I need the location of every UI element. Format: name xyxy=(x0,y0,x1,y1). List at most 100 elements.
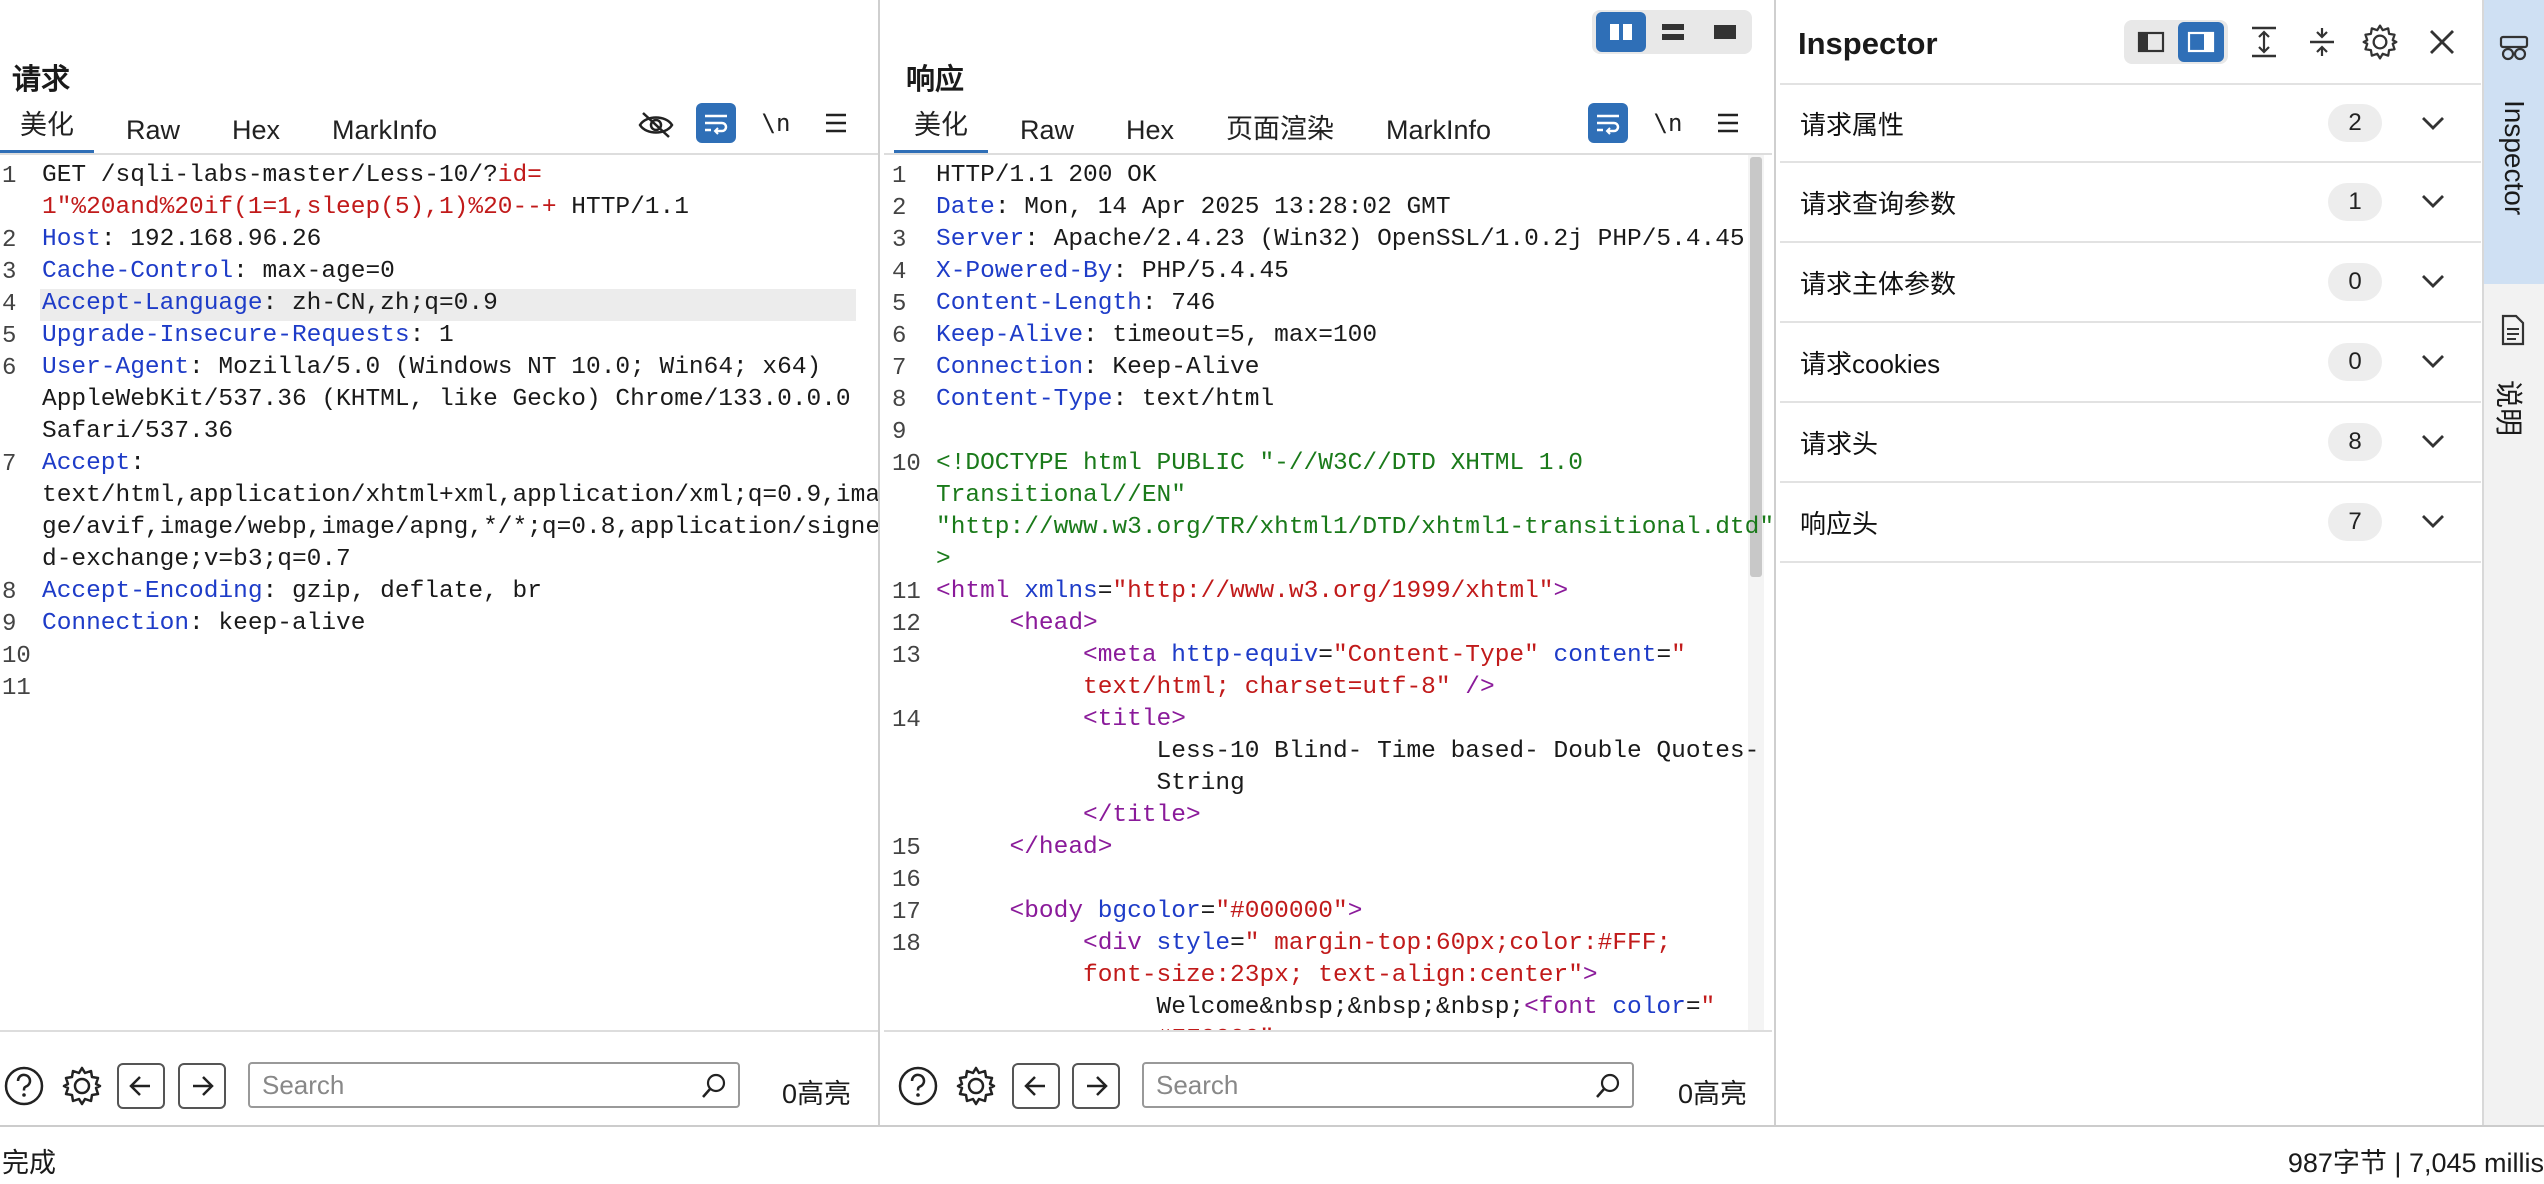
newline-icon[interactable]: \n xyxy=(756,103,796,143)
code-line: Date: Mon, 14 Apr 2025 13:28:02 GMT xyxy=(936,192,1451,224)
code-token: = xyxy=(1318,642,1333,669)
code-line: Accept-Encoding: gzip, deflate, br xyxy=(42,576,542,608)
request-editor[interactable]: 1 GET /sqli-labs-master/Less-10/?id= 1"%20… xyxy=(0,155,878,1030)
count-badge: 7 xyxy=(2328,503,2382,541)
request-search-input[interactable]: Search xyxy=(248,1062,740,1108)
inspector-section-row[interactable]: 请求属性 2 xyxy=(1780,83,2481,163)
code-line: </title> xyxy=(936,800,1201,832)
code-token: text/html,application/xhtml+xml,applicat… xyxy=(42,482,878,509)
forward-arrow-icon[interactable] xyxy=(1072,1063,1120,1109)
inspector-section-label: 请求属性 xyxy=(1800,109,1905,140)
inspector-section-row[interactable]: 请求查询参数 1 xyxy=(1780,163,2481,243)
newline-icon[interactable]: \n xyxy=(1648,103,1688,143)
code-line: Transitional//EN" xyxy=(936,480,1186,512)
side-tab-inspector[interactable]: Inspector xyxy=(2484,0,2544,284)
code-token: : zh-CN,zh;q=0.9 xyxy=(262,290,498,317)
code-line: Content-Type: text/html xyxy=(936,384,1274,416)
request-tab-pretty[interactable]: 美化 xyxy=(0,100,94,154)
code-token: String xyxy=(936,770,1245,797)
request-tab-hex[interactable]: Hex xyxy=(212,100,300,154)
code-line: X-Powered-By: PHP/5.4.45 xyxy=(936,256,1289,288)
response-search-input[interactable]: Search xyxy=(1142,1062,1634,1108)
inspector-section-row[interactable]: 请求头 8 xyxy=(1780,403,2481,483)
close-icon[interactable] xyxy=(2422,22,2462,62)
search-icon xyxy=(700,1072,728,1107)
code-line: text/html; charset=utf-8" /> xyxy=(936,672,1495,704)
expand-all-icon[interactable] xyxy=(2244,22,2284,62)
menu-icon[interactable] xyxy=(1710,103,1746,143)
layout-stacked-icon[interactable] xyxy=(1648,12,1698,52)
forward-arrow-icon[interactable] xyxy=(178,1063,226,1109)
back-arrow-icon[interactable] xyxy=(117,1063,165,1109)
dock-left-icon[interactable] xyxy=(2128,22,2174,62)
code-token: <meta xyxy=(1083,642,1172,669)
response-tab-raw[interactable]: Raw xyxy=(1000,100,1094,154)
inspector-section-row[interactable]: 请求cookies 0 xyxy=(1780,323,2481,403)
request-panel: 请求 美化 Raw Hex MarkInfo \n 1 GET /sqli-lab… xyxy=(0,0,878,1125)
line-number: 2 xyxy=(2,227,17,254)
line-number: 8 xyxy=(2,579,17,606)
code-token: : gzip, deflate, br xyxy=(262,578,542,605)
request-tab-raw[interactable]: Raw xyxy=(106,100,200,154)
chevron-down-icon[interactable] xyxy=(2420,351,2446,376)
code-token: <font xyxy=(1524,994,1613,1021)
chevron-down-icon[interactable] xyxy=(2420,271,2446,296)
code-token: Accept xyxy=(42,450,131,477)
line-number: 2 xyxy=(892,195,907,222)
layout-side-by-side-icon[interactable] xyxy=(1596,12,1646,52)
settings-gear-icon[interactable] xyxy=(2358,20,2402,64)
response-tab-markinfo[interactable]: MarkInfo xyxy=(1366,100,1511,154)
inspector-section-row[interactable]: 响应头 7 xyxy=(1780,483,2481,563)
code-token: /> xyxy=(1465,674,1495,701)
code-line: Host: 192.168.96.26 xyxy=(42,224,321,256)
chevron-down-icon[interactable] xyxy=(2420,511,2446,536)
hide-eye-icon[interactable] xyxy=(636,105,676,145)
code-line: </head> xyxy=(936,832,1113,864)
code-token: : 746 xyxy=(1141,290,1216,317)
count-badge: 1 xyxy=(2328,183,2382,221)
inspector-section-row[interactable]: 请求主体参数 0 xyxy=(1780,243,2481,323)
chevron-down-icon[interactable] xyxy=(2420,191,2446,216)
code-token: content xyxy=(1553,642,1657,669)
code-token: > xyxy=(1553,578,1569,605)
response-editor[interactable]: 1 HTTP/1.1 200 OK 2 Date: Mon, 14 Apr 2025 … xyxy=(884,155,1772,1030)
response-tab-hex[interactable]: Hex xyxy=(1106,100,1194,154)
settings-gear-icon[interactable] xyxy=(60,1064,104,1108)
word-wrap-icon[interactable] xyxy=(1588,103,1628,143)
code-token: : Apache/2.4.23 (Win32) OpenSSL/1.0.2j P… xyxy=(1024,226,1745,253)
back-arrow-icon[interactable] xyxy=(1012,1063,1060,1109)
code-line: AppleWebKit/537.36 (KHTML, like Gecko) C… xyxy=(42,384,851,416)
code-token: : Mon, 14 Apr 2025 13:28:02 GMT xyxy=(994,194,1451,221)
chevron-down-icon[interactable] xyxy=(2420,113,2446,138)
response-tab-pretty[interactable]: 美化 xyxy=(894,100,988,154)
inspector-section-label: 请求查询参数 xyxy=(1800,188,1957,219)
settings-gear-icon[interactable] xyxy=(954,1064,998,1108)
line-number: 6 xyxy=(892,323,907,350)
response-tab-render[interactable]: 页面渲染 xyxy=(1206,100,1354,154)
dock-right-icon[interactable] xyxy=(2178,22,2224,62)
collapse-all-icon[interactable] xyxy=(2302,22,2342,62)
code-token: 1"%20and%20if(1=1,sleep(5),1)%20--+ xyxy=(42,194,557,221)
code-token: " xyxy=(1700,994,1716,1021)
word-wrap-icon[interactable] xyxy=(696,103,736,143)
search-placeholder: Search xyxy=(1156,1069,1239,1100)
request-bottom-bar: Search 0高亮 xyxy=(0,1030,878,1125)
code-token: = xyxy=(1656,642,1672,669)
request-tab-markinfo[interactable]: MarkInfo xyxy=(312,100,457,154)
help-icon[interactable] xyxy=(2,1064,46,1108)
line-number: 7 xyxy=(2,451,17,478)
menu-icon[interactable] xyxy=(818,103,854,143)
chevron-down-icon[interactable] xyxy=(2420,431,2446,456)
layout-single-icon[interactable] xyxy=(1700,12,1750,52)
response-bottom-bar: Search 0高亮 xyxy=(884,1030,1772,1125)
code-token: " xyxy=(1671,642,1686,669)
code-token: "http://www.w3.org/TR/xhtml1/DTD/xhtml1-… xyxy=(936,514,1772,541)
inspector-title: Inspector xyxy=(1798,26,1938,61)
help-icon[interactable] xyxy=(896,1064,940,1108)
side-tab-notes[interactable]: 说明 xyxy=(2484,300,2544,460)
response-title: 响应 xyxy=(906,64,965,96)
code-line: User-Agent: Mozilla/5.0 (Windows NT 10.0… xyxy=(42,352,821,384)
panel-divider-left[interactable] xyxy=(878,0,880,1125)
